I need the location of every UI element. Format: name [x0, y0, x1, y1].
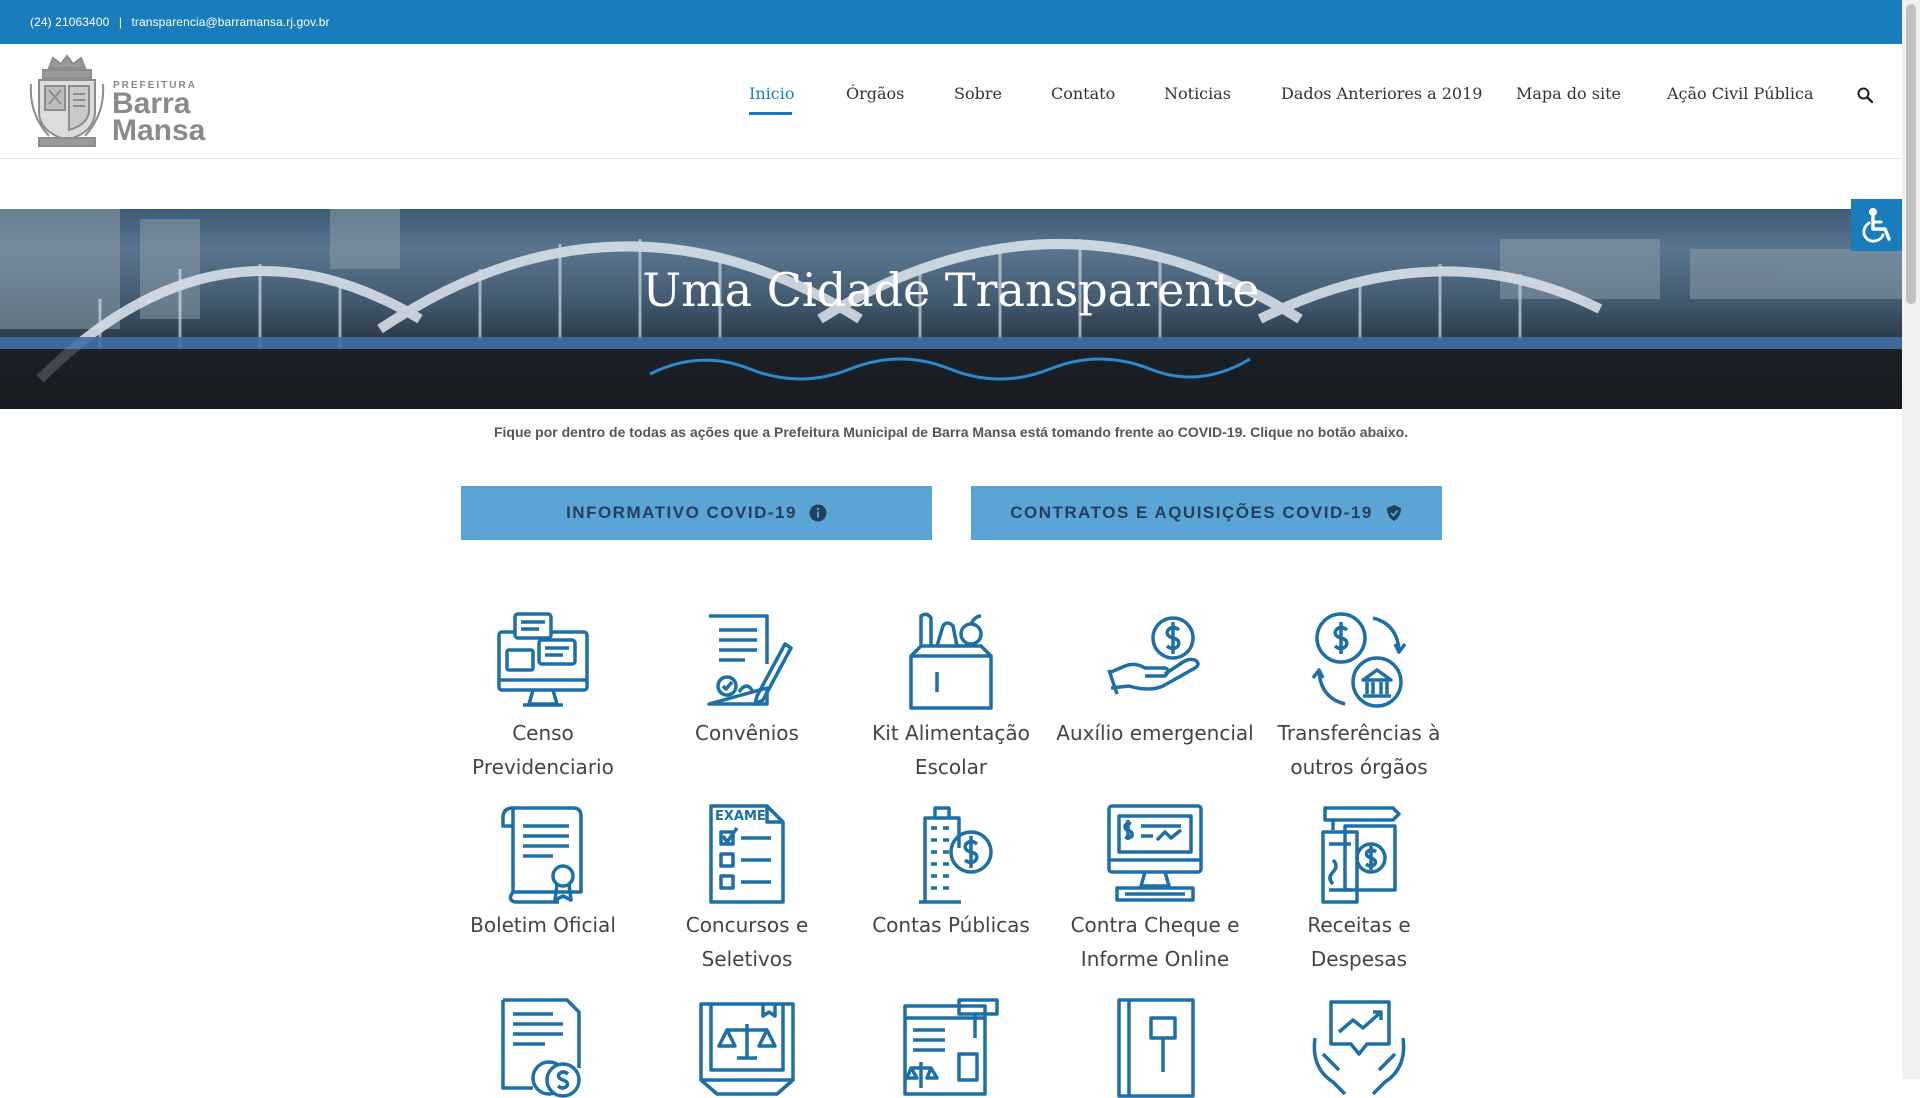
nav-item-acao-civil-publica[interactable]: Ação Civil Pública	[1667, 84, 1814, 103]
contratos-covid-label: CONTRATOS E AQUISIÇÕES COVID-19	[1010, 503, 1373, 522]
scrollbar-thumb[interactable]	[1906, 4, 1916, 304]
informativo-covid-label: INFORMATIVO COVID-19	[566, 503, 797, 522]
grocery-bag-icon	[909, 612, 993, 710]
main-navigation: Inicio Órgãos Sobre Contato Noticias Dad…	[0, 44, 1902, 158]
service-card-concursos-seletivos[interactable]: EXAME Concursos e Seletivos	[645, 804, 849, 976]
hand-coin-icon	[1107, 616, 1200, 695]
service-card-row3-5[interactable]	[1257, 998, 1461, 1098]
document-coins-icon	[501, 998, 581, 1098]
covid-intro-text: Fique por dentro de todas as ações que a…	[493, 424, 1409, 440]
accessibility-icon	[1861, 208, 1891, 243]
service-card-receitas-despesas[interactable]: Receitas e Despesas	[1257, 804, 1461, 976]
nav-item-contato[interactable]: Contato	[1051, 84, 1115, 103]
service-card-row3-4[interactable]	[1053, 998, 1257, 1098]
money-bank-transfer-icon	[1311, 612, 1407, 708]
service-card-boletim-oficial[interactable]: Boletim Oficial	[441, 804, 645, 942]
phone-number: (24) 21063400	[30, 15, 110, 29]
hero-title: Uma Cidade Transparente	[642, 263, 1260, 317]
nav-item-dados-anteriores[interactable]: Dados Anteriores a 2019	[1281, 84, 1482, 103]
scroll-certificate-icon	[501, 806, 583, 904]
service-card-censo-previdenciario[interactable]: Censo Previdenciario	[441, 610, 645, 784]
contratos-covid-button[interactable]: CONTRATOS E AQUISIÇÕES COVID-19	[971, 486, 1442, 540]
accessibility-button[interactable]	[1851, 199, 1902, 251]
hands-chart-icon	[1312, 1000, 1406, 1096]
service-card-label: Convênios	[695, 721, 799, 745]
service-card-contra-cheque[interactable]: Contra Cheque e Informe Online	[1053, 804, 1257, 976]
service-card-label: Auxílio emergencial	[1056, 721, 1254, 745]
nav-item-mapa-do-site[interactable]: Mapa do site	[1516, 84, 1621, 103]
service-card-label: Receitas e Despesas	[1307, 913, 1411, 971]
service-card-contas-publicas[interactable]: Contas Públicas	[849, 804, 1053, 942]
search-icon[interactable]	[1857, 87, 1873, 103]
service-card-label: Contas Públicas	[872, 913, 1030, 937]
service-card-auxilio-emergencial[interactable]: Auxílio emergencial	[1053, 610, 1257, 750]
nav-item-noticias[interactable]: Noticias	[1164, 84, 1231, 103]
service-card-row3-2[interactable]	[645, 998, 849, 1098]
service-card-label: Kit Alimentação Escolar	[872, 721, 1030, 779]
info-icon	[809, 504, 827, 522]
money-documents-icon	[1321, 806, 1401, 904]
service-card-label: Censo Previdenciario	[472, 721, 614, 779]
web-gavel-icon	[903, 998, 999, 1096]
service-card-label: Transferências à outros órgãos	[1277, 721, 1441, 779]
monitor-chat-icon	[497, 612, 589, 707]
service-card-row3-1[interactable]	[441, 998, 645, 1098]
service-card-label: Concursos e Seletivos	[685, 913, 809, 971]
nav-item-sobre[interactable]: Sobre	[954, 84, 1002, 103]
service-card-label: Boletim Oficial	[470, 913, 616, 937]
nav-item-inicio[interactable]: Inicio	[749, 84, 794, 103]
service-card-transferencias[interactable]: Transferências à outros órgãos	[1257, 610, 1461, 784]
service-card-convenios[interactable]: Convênios	[645, 610, 849, 750]
building-dollar-icon	[919, 806, 993, 904]
site-header: PREFEITURA Barra Mansa Inicio Órgãos Sob…	[0, 44, 1902, 159]
top-contact-bar: (24) 21063400 | transparencia@barramansa…	[0, 0, 1920, 44]
nav-item-orgaos[interactable]: Órgãos	[846, 84, 904, 103]
book-scales-icon	[699, 1002, 795, 1096]
exam-checklist-icon: EXAME	[709, 804, 785, 904]
separator: |	[118, 15, 123, 29]
contact-info: (24) 21063400 | transparencia@barramansa…	[30, 15, 330, 29]
hero-banner: Uma Cidade Transparente	[0, 209, 1902, 409]
active-nav-underline	[749, 112, 792, 115]
informativo-covid-button[interactable]: INFORMATIVO COVID-19	[461, 486, 932, 540]
svg-text:EXAME: EXAME	[715, 809, 766, 824]
monitor-check-icon	[1107, 804, 1203, 902]
service-card-kit-alimentacao[interactable]: Kit Alimentação Escolar	[849, 610, 1053, 784]
book-gavel-icon	[1117, 998, 1195, 1098]
email-link[interactable]: transparencia@barramansa.rj.gov.br	[131, 15, 329, 29]
shield-icon	[1386, 505, 1401, 521]
page-scrollbar[interactable]	[1902, 0, 1920, 1079]
contract-signing-icon	[707, 614, 793, 706]
service-card-row3-3[interactable]	[849, 998, 1053, 1098]
service-card-label: Contra Cheque e Informe Online	[1070, 913, 1240, 971]
